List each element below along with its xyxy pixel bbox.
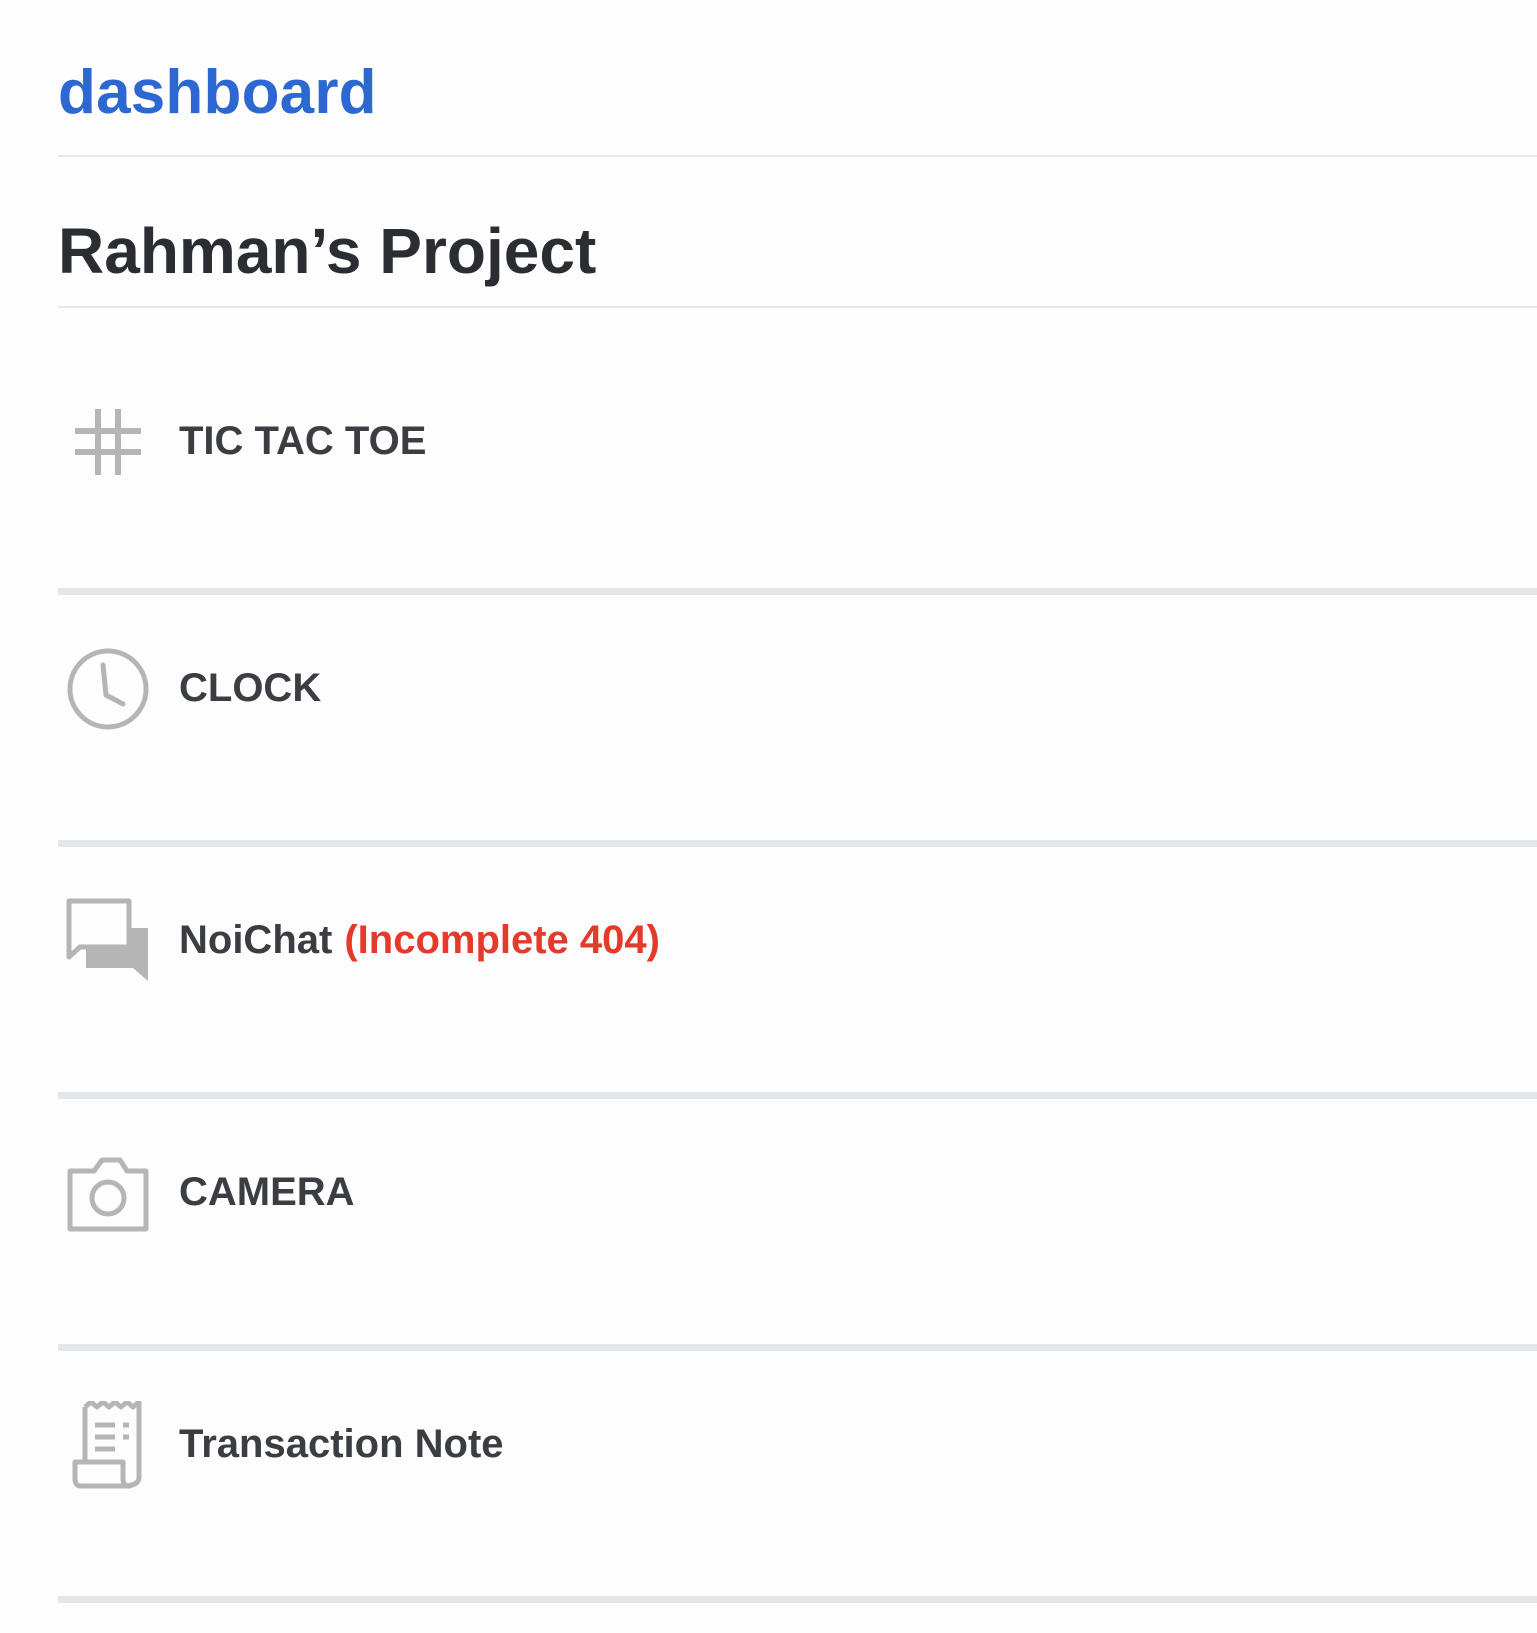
project-label: CAMERA: [179, 1170, 355, 1214]
project-item-transaction-note[interactable]: Transaction Note: [58, 1351, 1537, 1603]
project-name: NoiChat: [179, 918, 333, 962]
project-item-noichat[interactable]: NoiChat (Incomplete 404): [58, 847, 1537, 1099]
project-list: TIC TAC TOE CLOCK NoiChat (Incomplete 404…: [58, 308, 1537, 1603]
header: dashboard: [58, 0, 1537, 157]
hash-icon: [62, 396, 154, 488]
project-label: CLOCK: [179, 666, 322, 710]
clock-icon: [62, 643, 154, 735]
project-item-tic-tac-toe[interactable]: TIC TAC TOE: [58, 308, 1537, 595]
title-section: Rahman’s Project: [58, 157, 1537, 308]
project-item-clock[interactable]: CLOCK: [58, 595, 1537, 847]
project-item-camera[interactable]: CAMERA: [58, 1099, 1537, 1351]
status-badge: (Incomplete 404): [344, 918, 660, 962]
page-container: dashboard Rahman’s Project TIC TAC TOE C…: [58, 0, 1537, 1603]
camera-icon: [62, 1147, 154, 1239]
receipt-icon: [62, 1399, 154, 1491]
project-label: TIC TAC TOE: [179, 419, 427, 463]
page-title: Rahman’s Project: [58, 215, 597, 287]
chat-icon: [62, 895, 154, 987]
project-label: Transaction Note: [179, 1422, 504, 1466]
project-label: NoiChat (Incomplete 404): [179, 920, 660, 960]
dashboard-link[interactable]: dashboard: [58, 62, 377, 124]
